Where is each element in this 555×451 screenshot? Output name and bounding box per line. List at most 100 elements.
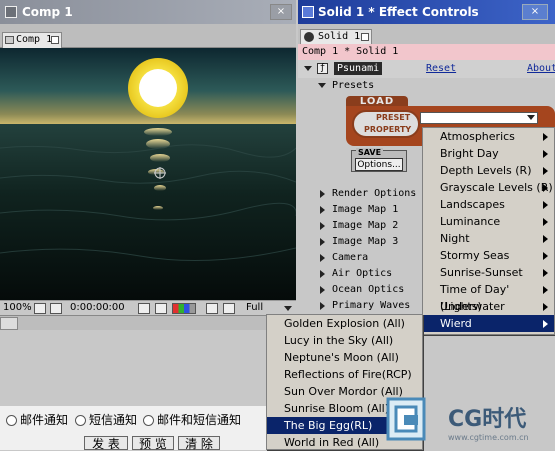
comp-icon [5,36,14,44]
ec-window-icon [302,6,314,18]
menu-item-stormy-seas[interactable]: Stormy Seas [423,247,554,264]
menu-item-luminance[interactable]: Luminance [423,213,554,230]
comp-title-bar[interactable]: Comp 1 [0,0,296,24]
property-label: Camera [332,252,369,263]
comp-window-icon [5,6,17,18]
watermark-url: www.cgtime.com.cn [448,433,529,442]
menu-item-label: Depth Levels (R) [440,164,532,177]
scroll-left-button[interactable] [0,317,18,330]
snapshot-icon[interactable] [138,303,150,314]
menu-item-depth-levels[interactable]: Depth Levels (R) [423,162,554,179]
preset-reflections-of-fire[interactable]: Reflections of Fire(RCP) [267,366,422,383]
color-channels-icon[interactable] [172,303,196,314]
ec-window-close-button[interactable]: × [522,4,548,20]
save-label: SAVE [356,148,384,157]
preset-lucy-in-the-sky[interactable]: Lucy in the Sky (All) [267,332,422,349]
transparency-grid-icon[interactable] [223,303,235,314]
safe-zones-icon[interactable] [50,303,62,314]
menu-item-label: Night [440,232,470,245]
submenu-arrow-icon [543,303,548,311]
layer-path: Comp 1 * Solid 1 [298,44,555,60]
property-label: Image Map 1 [332,204,399,215]
resolution-dropdown-icon[interactable] [284,306,292,311]
notify-options: 邮件通知 短信通知 邮件和短信通知 [0,406,300,434]
preset-dropdown[interactable] [420,112,538,124]
show-snapshot-icon[interactable] [155,303,167,314]
menu-item-wierd[interactable]: Wierd [423,315,554,332]
menu-item-underwater[interactable]: Underwater [423,298,554,315]
submenu-arrow-icon [543,252,548,260]
ec-tab-bar: Solid 1 [298,24,555,44]
comp-status-bar: 100% 0:00:00:00 Full [0,300,296,315]
property-label: Ocean Optics [332,284,405,295]
current-time[interactable]: 0:00:00:00 [70,302,125,315]
effect-header: ƒ Psunami Reset About [298,60,555,78]
composition-window: Comp 1 × Comp 1 100% 0:00:00:00 Full [0,0,296,330]
submenu-arrow-icon [543,269,548,277]
region-of-interest-icon[interactable] [206,303,218,314]
menu-item-label: Underwater [440,300,505,313]
preset-golden-explosion[interactable]: Golden Explosion (All) [267,315,422,332]
notify-radio-3[interactable] [143,415,154,426]
menu-item-label: Grayscale Levels (R) [440,181,553,194]
menu-item-bright-day[interactable]: Bright Day [423,145,554,162]
action-buttons: 发 表 预 览 清 除 [0,434,300,451]
publish-button[interactable]: 发 表 [84,436,128,451]
tab-close-icon[interactable] [51,36,59,44]
composition-viewer[interactable] [0,48,296,300]
menu-item-sunrise-sunset[interactable]: Sunrise-Sunset [423,264,554,281]
tab-solid-1[interactable]: Solid 1 [300,29,372,44]
notify-label-3: 邮件和短信通知 [157,413,242,427]
property-label: Air Optics [332,268,393,279]
comp-window-close-button[interactable]: × [270,4,292,20]
menu-item-label: Atmospherics [440,130,515,143]
expand-icon[interactable] [320,254,325,262]
clear-button[interactable]: 清 除 [178,436,220,451]
notify-label-2: 短信通知 [89,413,138,427]
presets-group: Presets [298,78,555,94]
resolution-select[interactable]: Full [246,302,263,315]
tab-comp-1[interactable]: Comp 1 [2,32,62,48]
presets-collapse-icon[interactable] [318,83,326,88]
effect-icon [304,32,314,42]
expand-icon[interactable] [320,190,325,198]
preset-neptunes-moon[interactable]: Neptune's Moon (All) [267,349,422,366]
notify-radio-2[interactable] [75,415,86,426]
options-button[interactable]: Options... [355,158,403,171]
expand-icon[interactable] [320,222,325,230]
property-label: Image Map 2 [332,220,399,231]
expand-icon[interactable] [320,286,325,294]
effect-name: Psunami [334,62,383,75]
zoom-level[interactable]: 100% [3,302,32,315]
menu-item-night[interactable]: Night [423,230,554,247]
zoom-arrow-icon[interactable] [34,303,46,314]
menu-item-atmospherics[interactable]: Atmospherics [423,128,554,145]
expand-icon[interactable] [320,206,325,214]
effect-collapse-icon[interactable] [304,66,312,71]
watermark: CG时代 www.cgtime.com.cn [386,395,555,450]
fx-toggle-icon[interactable]: ƒ [317,63,328,74]
expand-icon[interactable] [320,270,325,278]
expand-icon[interactable] [320,302,325,310]
comp-scrollbar[interactable] [0,315,296,330]
tab-close-icon[interactable] [361,33,369,41]
ec-title-bar[interactable]: Solid 1 * Effect Controls [298,0,555,24]
watermark-brand: CG时代 [448,407,527,432]
about-link[interactable]: About [527,63,555,74]
expand-icon[interactable] [320,238,325,246]
tab-label: Comp 1 [16,34,53,45]
presets-label: Presets [332,80,375,91]
menu-item-landscapes[interactable]: Landscapes [423,196,554,213]
preview-button[interactable]: 预 览 [132,436,174,451]
cg-logo-icon [386,397,426,441]
preset-category-menu: Atmospherics Bright Day Depth Levels (R)… [422,127,555,335]
submenu-arrow-icon [543,133,548,141]
notify-radio-1[interactable] [6,415,17,426]
property-label: Primary Waves [332,300,411,311]
menu-item-time-of-day[interactable]: Time of Day' (Lights) [423,281,554,313]
reset-link[interactable]: Reset [426,63,456,74]
menu-item-label: Bright Day [440,147,499,160]
menu-item-grayscale-levels[interactable]: Grayscale Levels (R) [423,179,554,196]
property-label: PROPERTY [364,125,412,134]
menu-item-label: Sunrise-Sunset [440,266,523,279]
